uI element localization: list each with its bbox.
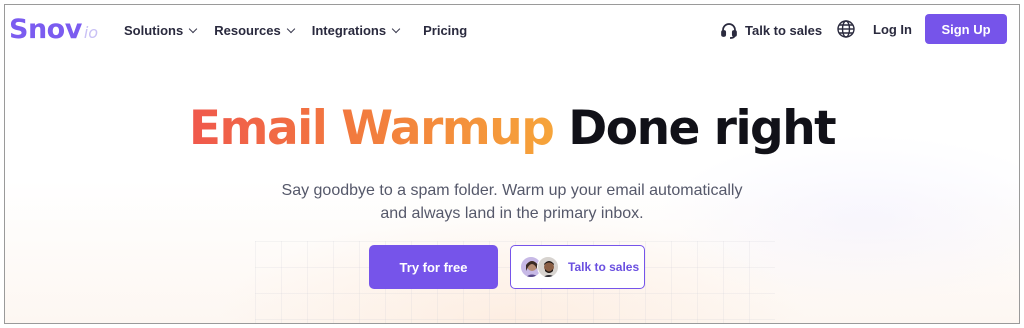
globe-icon[interactable] [836, 19, 856, 39]
talk-to-sales-button[interactable]: Talk to sales [510, 245, 645, 289]
hero-headline: Email Warmup Done right [5, 101, 1019, 156]
subtitle-line-2: and always land in the primary inbox. [380, 205, 644, 222]
talk-to-sales-label: Talk to sales [745, 23, 823, 38]
logo-suffix: io [83, 23, 99, 42]
logo[interactable]: Snov io [9, 14, 98, 45]
menu-item-label: Integrations [311, 23, 387, 38]
page-frame: Snov io Solutions Resources Integrations… [4, 4, 1020, 324]
talk-to-sales-button-label: Talk to sales [568, 260, 640, 274]
menu-item-pricing[interactable]: Pricing [423, 23, 467, 38]
sales-avatars [520, 256, 562, 278]
menu-item-label: Resources [214, 23, 281, 38]
login-link[interactable]: Log In [873, 22, 912, 37]
hero-subtitle: Say goodbye to a spam folder. Warm up yo… [5, 179, 1019, 225]
talk-to-sales-link[interactable]: Talk to sales [721, 22, 822, 39]
signup-button[interactable]: Sign Up [925, 14, 1007, 44]
chevron-down-icon [391, 24, 401, 34]
menu-item-resources[interactable]: Resources [214, 23, 295, 38]
headset-icon [721, 23, 737, 39]
menu-item-label: Solutions [124, 23, 184, 38]
logo-wordmark: Snov [9, 14, 82, 45]
headline-accent: Email Warmup [188, 101, 555, 156]
subtitle-line-1: Say goodbye to a spam folder. Warm up yo… [281, 182, 743, 199]
avatar [537, 256, 559, 278]
menu-item-solutions[interactable]: Solutions [124, 23, 198, 38]
chevron-down-icon [188, 24, 198, 34]
menu-item-integrations[interactable]: Integrations [311, 23, 401, 38]
main-menu: Solutions Resources Integrations Pricing [124, 23, 485, 38]
top-navigation: Snov io Solutions Resources Integrations… [5, 5, 1019, 57]
menu-item-label: Pricing [423, 23, 468, 38]
headline-rest: Done right [568, 101, 836, 156]
try-for-free-button[interactable]: Try for free [369, 245, 498, 289]
chevron-down-icon [286, 24, 295, 34]
